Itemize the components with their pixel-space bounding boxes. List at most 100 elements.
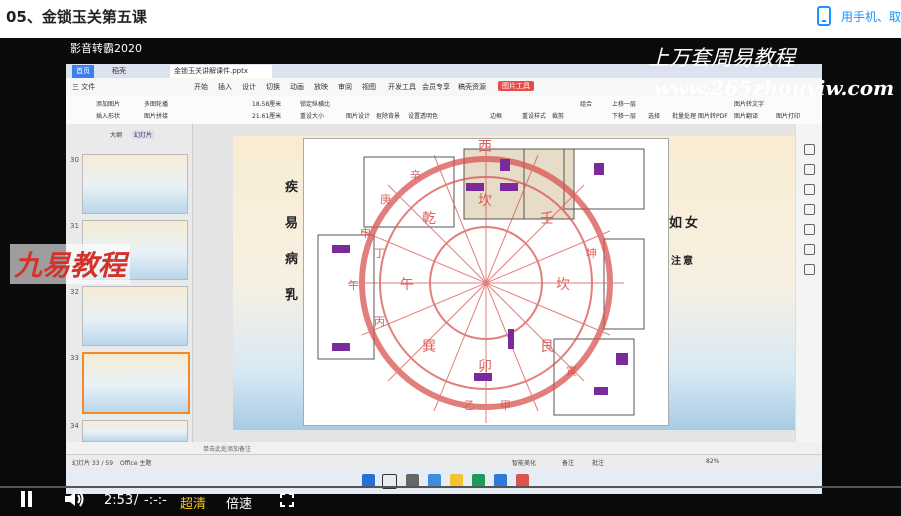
watermark-left: 九易教程 [10,244,131,284]
cloud-icon[interactable] [804,244,815,255]
tool-select[interactable]: 选择 [648,111,660,120]
clock-icon[interactable] [804,224,815,235]
speed-button[interactable]: 倍速 [226,493,252,512]
slide-thumbnail[interactable] [82,286,188,346]
compass-label: 坎 [478,193,492,209]
watermark-url: www.265zhouyiw.com [654,76,895,100]
mobile-view-button[interactable]: 用手机、取 [816,4,901,28]
menu-view[interactable]: 视图 [362,82,376,92]
duration: -:-:- [144,493,167,508]
slide[interactable]: 疾 易 病 乳 如 女 注 意 西 坎 乾 壬 午 坎 巽 艮 卯 午 丁 丙 … [233,136,795,430]
thumb-number: 32 [70,288,79,296]
slide-thumbnail[interactable] [82,154,188,214]
compass-label: 午 [400,277,414,293]
tool-reset-size[interactable]: 重设大小 [300,111,324,120]
tool-border[interactable]: 边框 [490,111,502,120]
tool-transparent[interactable]: 设置透明色 [408,111,438,120]
floor-plan-image[interactable]: 西 坎 乾 壬 午 坎 巽 艮 卯 午 丁 丙 乙 甲 寅 辛 庚 申 坤 [303,138,669,426]
panel-tab-outline[interactable]: 大纲 [110,130,122,139]
tool-reset-style[interactable]: 重设样式 [522,111,546,120]
pause-button[interactable] [20,491,34,507]
style-icon[interactable] [804,164,815,175]
height-input[interactable]: 21.61厘米 [252,111,281,120]
tool-send-backward[interactable]: 下移一层 [612,111,636,120]
tool-carousel[interactable]: 多图轮播 [144,99,168,108]
menu-transition[interactable]: 切换 [266,82,280,92]
menu-slideshow[interactable]: 放映 [314,82,328,92]
page-header: 05、金锁玉关第五课 用手机、取 [0,0,901,34]
compass-label: 壬 [540,211,554,227]
video-player[interactable]: 影音转霸2020 首页 稻壳 金锁玉关讲解课件.pptx 三 文件 开始 插入 … [0,38,901,516]
mobile-view-label: 用手机、取 [840,9,901,24]
menu-home[interactable]: 开始 [194,82,208,92]
tool-stitch[interactable]: 图片拼接 [144,111,168,120]
notes-toggle[interactable]: 备注 [562,458,574,467]
volume-button[interactable] [64,490,86,508]
fullscreen-button[interactable] [280,493,294,507]
slide-text-char: 意 [683,256,693,267]
tool-insert-shape[interactable]: 插入形状 [96,111,120,120]
compass-label: 午 [348,279,359,292]
pin-icon[interactable] [804,144,815,155]
menu-insert[interactable]: 插入 [218,82,232,92]
width-input[interactable]: 18.58厘米 [252,99,281,108]
compass-label: 卯 [478,359,492,375]
lock-ratio-checkbox[interactable]: 锁定纵横比 [300,99,330,108]
slide-thumbnail-active[interactable] [82,352,190,414]
tab-docer[interactable]: 稻壳 [108,65,130,78]
notes-placeholder: 单击此处添加备注 [203,446,252,453]
shape-icon[interactable] [804,184,815,195]
tool-batch[interactable]: 批量处理 [672,111,696,120]
layout-icon[interactable] [804,204,815,215]
tool-translate[interactable]: 图片翻译 [734,111,758,120]
tool-crop[interactable]: 裁剪 [552,111,564,120]
zoom-level[interactable]: 82% [706,458,719,465]
menu-resources[interactable]: 稿壳资源 [458,82,486,92]
video-controls: 2:53 / -:-:- 超清 倍速 [0,486,901,516]
menu-member[interactable]: 会员专享 [422,82,450,92]
compass-label: 坎 [556,277,570,293]
fullscreen-icon [280,493,294,507]
thumb-number: 34 [70,422,79,430]
luopan-compass-svg: 西 坎 乾 壬 午 坎 巽 艮 卯 午 丁 丙 乙 甲 寅 辛 庚 申 坤 [317,139,645,423]
smart-beautify-button[interactable]: 智能美化 [512,458,536,467]
notes-area[interactable]: 单击此处添加备注 [193,442,822,454]
compass-label: 乙 [464,399,475,412]
page-title: 05、金锁玉关第五课 [6,8,147,26]
menu-picture-tools[interactable]: 图片工具 [498,81,534,91]
settings-icon[interactable] [804,264,815,275]
compass-label: 丙 [374,315,385,328]
tab-home[interactable]: 首页 [72,65,94,78]
slide-text-char: 女 [685,216,699,231]
slide-text-char: 疾 [285,180,299,195]
menu-animation[interactable]: 动画 [290,82,304,92]
compass-label: 寅 [566,364,577,378]
progress-bar[interactable] [0,486,901,488]
compass-label: 庚 [380,192,391,206]
tool-bring-forward[interactable]: 上移一层 [612,99,636,108]
menu-file[interactable]: 三 文件 [72,82,95,92]
quality-button[interactable]: 超清 [180,493,206,512]
compass-label: 坤 [586,246,597,260]
tool-to-pdf[interactable]: 图片转PDF [698,111,728,120]
slide-thumbnail[interactable] [82,420,188,442]
ribbon-tools: 添加图片 多图轮播 插入形状 图片拼接 18.58厘米 21.61厘米 锁定纵横… [66,96,822,125]
comment-toggle[interactable]: 批注 [592,458,604,467]
compass-label: 巽 [422,339,436,355]
tool-ocr[interactable]: 图片转文字 [734,99,764,108]
menu-review[interactable]: 审阅 [338,82,352,92]
thumb-number: 33 [70,354,79,362]
menu-design[interactable]: 设计 [242,82,256,92]
compass-label: 西 [478,139,492,155]
menu-developer[interactable]: 开发工具 [388,82,416,92]
tool-remove-bg[interactable]: 抠除背景 [376,111,400,120]
tab-document[interactable]: 金锁玉关讲解课件.pptx [170,65,272,78]
theme-name: Office 主题 [120,460,152,467]
panel-tab-slides[interactable]: 幻灯片 [132,130,155,139]
tool-add-picture[interactable]: 添加图片 [96,99,120,108]
tool-group[interactable]: 组合 [580,99,592,108]
tool-print[interactable]: 图片打印 [776,111,800,120]
tool-picture-design[interactable]: 图片设计 [346,111,370,120]
phone-icon [816,6,831,26]
slide-text-char: 病 [285,252,299,267]
